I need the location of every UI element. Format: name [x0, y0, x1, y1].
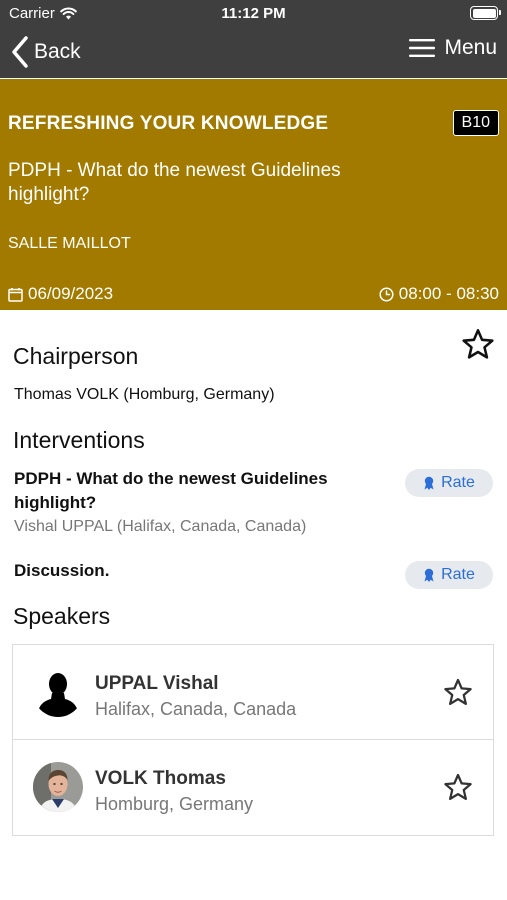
- session-date-text: 06/09/2023: [28, 284, 114, 303]
- star-icon: [462, 329, 494, 359]
- speaker-affiliation: Homburg, Germany: [95, 794, 254, 814]
- speaker-name: VOLK Thomas: [95, 768, 226, 789]
- session-code-badge: B10: [452, 110, 499, 136]
- chevron-left-icon: [12, 36, 28, 68]
- menu-label: Menu: [444, 36, 497, 59]
- speaker-name: UPPAL Vishal: [95, 673, 219, 694]
- speaker-affiliation: Halifax, Canada, Canada: [95, 699, 297, 719]
- favorite-session-button[interactable]: [461, 328, 495, 366]
- status-bar: Carrier 11:12 PM: [0, 0, 507, 28]
- star-icon: [444, 678, 472, 705]
- clock-icon: [379, 286, 394, 302]
- favorite-speaker-button[interactable]: [443, 678, 473, 712]
- rate-button[interactable]: Rate: [405, 469, 493, 497]
- session-date: 06/09/2023: [8, 284, 113, 304]
- speaker-card[interactable]: UPPAL Vishal Halifax, Canada, Canada: [13, 645, 493, 740]
- clock: 11:12 PM: [221, 5, 286, 22]
- menu-button[interactable]: Menu: [409, 36, 497, 60]
- hamburger-icon: [409, 39, 436, 57]
- chairperson-name[interactable]: Thomas VOLK (Homburg, Germany): [14, 386, 275, 404]
- session-title: PDPH - What do the newest Guidelines hig…: [8, 160, 341, 205]
- interventions-heading: Interventions: [13, 427, 145, 453]
- session-time-text: 08:00 - 08:30: [398, 284, 499, 303]
- rate-button[interactable]: Rate: [405, 561, 493, 589]
- rate-label: Rate: [441, 566, 475, 583]
- rate-icon: [424, 476, 434, 490]
- intervention-item[interactable]: PDPH - What do the newest Guidelines hig…: [14, 467, 384, 536]
- session-room: SALLE MAILLOT: [8, 235, 131, 252]
- battery-icon: [470, 6, 501, 20]
- star-icon: [444, 773, 472, 800]
- intervention-title: Discussion.: [14, 561, 110, 580]
- back-button[interactable]: Back: [10, 36, 81, 68]
- navigation-bar: Back Menu: [0, 28, 507, 78]
- chairperson-heading: Chairperson: [13, 343, 139, 369]
- rate-icon: [424, 568, 434, 582]
- avatar-photo: [33, 762, 83, 812]
- intervention-item[interactable]: Discussion.: [14, 559, 384, 583]
- speaker-card[interactable]: VOLK Thomas Homburg, Germany: [13, 740, 493, 835]
- intervention-speaker: Vishal UPPAL (Halifax, Canada, Canada): [14, 518, 307, 535]
- calendar-icon: [8, 287, 23, 302]
- session-time: 08:00 - 08:30: [379, 284, 499, 304]
- speakers-list: UPPAL Vishal Halifax, Canada, Canada VOL…: [12, 644, 494, 836]
- rate-label: Rate: [441, 474, 475, 491]
- session-category: REFRESHING YOUR KNOWLEDGE: [8, 113, 329, 134]
- favorite-speaker-button[interactable]: [443, 773, 473, 807]
- back-label: Back: [34, 40, 81, 63]
- speakers-heading: Speakers: [13, 603, 111, 629]
- session-header: REFRESHING YOUR KNOWLEDGE B10 PDPH - Wha…: [0, 79, 507, 310]
- avatar-placeholder-icon: [33, 667, 83, 717]
- intervention-title: PDPH - What do the newest Guidelines hig…: [14, 469, 328, 512]
